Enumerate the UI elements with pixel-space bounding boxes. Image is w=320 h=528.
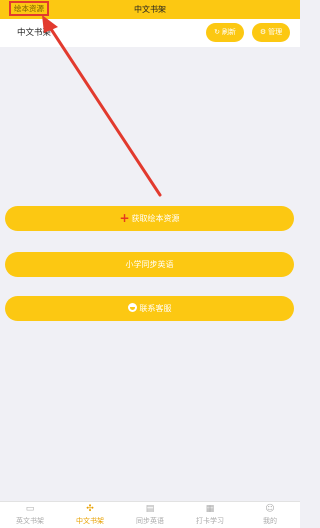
refresh-label: 刷新 [221,28,236,36]
book-icon: ▭ [25,504,35,514]
tab-label: 我的 [263,517,277,525]
apps-icon: ▦ [205,504,215,514]
contact-service-button[interactable]: 联系客服 [5,296,294,321]
page-title: 中文书架 [134,5,166,14]
gear-icon: ⚙ [259,28,267,36]
primary-sync-english-button[interactable]: 小学同步英语 [5,252,294,277]
grid-icon: ✣ [86,504,94,514]
sync-english-label: 小学同步英语 [125,260,174,269]
tab-mine[interactable]: ☺ 我的 [240,503,300,528]
tab-label: 同步英语 [136,517,164,525]
tab-label: 英文书架 [16,517,44,525]
chat-icon [127,303,137,312]
get-resources-label: 获取绘本资源 [131,214,180,223]
tab-label: 打卡学习 [196,517,224,525]
tab-label: 中文书架 [76,517,104,525]
manage-label: 管理 [268,28,283,36]
tab-sync-english[interactable]: ▤ 同步英语 [120,503,180,528]
bottom-tab-bar: ▭ 英文书架 ✣ 中文书架 ▤ 同步英语 ▦ 打卡学习 ☺ 我的 [0,501,300,528]
refresh-icon: ↻ [214,28,220,36]
tab-english-shelf[interactable]: ▭ 英文书架 [0,503,60,528]
plus-icon: + [119,211,130,225]
manage-button[interactable]: ⚙ 管理 [252,23,290,42]
clipboard-icon: ▤ [145,504,155,514]
tab-check-in[interactable]: ▦ 打卡学习 [180,503,240,528]
tab-chinese-shelf[interactable]: ✣ 中文书架 [60,503,120,528]
sub-header: 中文书架 ↻ 刷新 ⚙ 管理 [0,19,300,47]
person-icon: ☺ [265,504,275,514]
shelf-title: 中文书架 [17,28,52,38]
top-bar: 绘本资源 中文书架 [0,0,300,19]
get-picture-book-resources-button[interactable]: + 获取绘本资源 [5,206,294,231]
contact-service-label: 联系客服 [139,304,172,313]
refresh-button[interactable]: ↻ 刷新 [206,23,244,42]
